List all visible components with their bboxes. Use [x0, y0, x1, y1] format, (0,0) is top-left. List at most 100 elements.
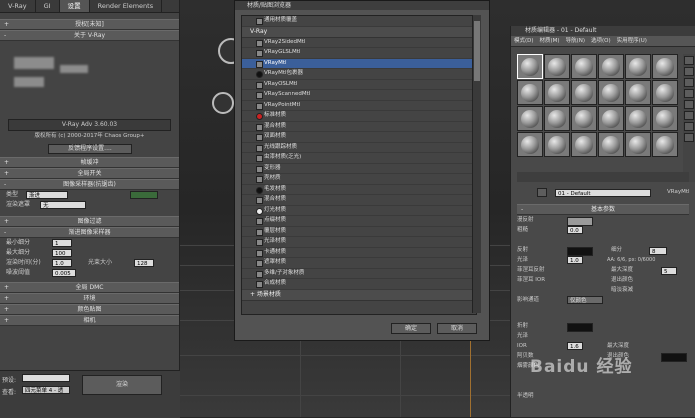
sample-uv-icon[interactable]	[684, 89, 694, 98]
list-item[interactable]: VRayPointMtl	[242, 101, 476, 111]
list-item[interactable]: VRayGLSLMtl	[242, 48, 476, 59]
render-button[interactable]: 渲染	[82, 375, 162, 395]
material-slot[interactable]	[625, 132, 651, 157]
list-item[interactable]: 点缀材质	[242, 216, 476, 227]
material-slot[interactable]	[598, 106, 624, 131]
rollout-about[interactable]: - 关于 V-Ray	[0, 30, 179, 41]
rollout-image-filter[interactable]: + 图像过滤	[0, 216, 179, 227]
backlight-icon[interactable]	[684, 67, 694, 76]
rollout-camera[interactable]: + 相机	[0, 315, 179, 326]
material-slot[interactable]	[652, 132, 678, 157]
material-slot[interactable]	[625, 80, 651, 105]
list-item[interactable]: 光泽材质	[242, 237, 476, 248]
sample-type-icon[interactable]	[684, 56, 694, 65]
material-slot[interactable]	[517, 106, 543, 131]
material-slot[interactable]	[571, 54, 597, 79]
list-item[interactable]: 遮罩材质	[242, 258, 476, 269]
menu-options[interactable]: 选项(O)	[588, 36, 614, 46]
material-slot[interactable]	[625, 106, 651, 131]
list-item[interactable]: 通用材质覆盖	[242, 16, 476, 27]
list-item[interactable]: 混合材质	[242, 195, 476, 206]
rollout-global-dmc[interactable]: + 全局 DMC	[0, 282, 179, 293]
options-icon[interactable]	[684, 122, 694, 131]
roughness-input[interactable]: 0.0	[567, 226, 583, 234]
max-depth-input[interactable]: 5	[661, 267, 677, 275]
section-vray[interactable]: V-Ray	[242, 26, 476, 38]
material-slot[interactable]	[544, 132, 570, 157]
select-by-material-icon[interactable]	[684, 133, 694, 142]
menu-utilities[interactable]: 实用程序(U)	[614, 36, 650, 46]
list-item[interactable]: 多维/子对象材质	[242, 269, 476, 279]
license-settings-button[interactable]: 反馈程序设置....	[48, 144, 132, 154]
rollout-progressive-sampler[interactable]: - 渐进图像采样器	[0, 227, 179, 238]
list-item[interactable]: 合成材质	[242, 279, 476, 290]
diffuse-color-swatch[interactable]	[567, 217, 593, 226]
make-preview-icon[interactable]	[684, 111, 694, 120]
material-slot[interactable]	[517, 80, 543, 105]
min-subdivs-input[interactable]: 1	[52, 239, 72, 247]
list-item[interactable]: 光线跟踪材质	[242, 143, 476, 153]
ray-bundle-input[interactable]: 128	[134, 259, 154, 267]
list-item[interactable]: 壳材质	[242, 174, 476, 185]
rollout-global-switches[interactable]: + 全局开关	[0, 168, 179, 179]
material-name-input[interactable]: 01 - Default	[555, 189, 651, 197]
list-item[interactable]: VRay2SidedMtl	[242, 38, 476, 48]
menu-material[interactable]: 材质(M)	[537, 36, 563, 46]
background-icon[interactable]	[684, 78, 694, 87]
affect-channels-select[interactable]: 仅颜色	[567, 296, 603, 304]
list-item[interactable]: 混合材质	[242, 122, 476, 132]
rollout-basic-params[interactable]: - 基本参数	[517, 204, 689, 215]
material-slot[interactable]	[625, 54, 651, 79]
material-slot[interactable]	[517, 54, 543, 79]
material-slot[interactable]	[598, 54, 624, 79]
list-item[interactable]: VRayMtl包裹器	[242, 69, 476, 80]
view-select[interactable]: 四元菜单 4 - 透	[22, 386, 70, 394]
viewcube-icon[interactable]	[212, 92, 234, 114]
material-slot[interactable]	[571, 106, 597, 131]
ior-input[interactable]: 1.6	[567, 342, 583, 350]
list-item[interactable]: 变形器	[242, 164, 476, 174]
tab-render-elements[interactable]: Render Elements	[90, 0, 163, 12]
section-scene-materials[interactable]: + 场景材质	[242, 289, 476, 301]
material-slot[interactable]	[517, 132, 543, 157]
rollout-image-sampler[interactable]: - 图像采样器(抗锯齿)	[0, 179, 179, 190]
tab-gi[interactable]: GI	[36, 0, 60, 12]
ok-button[interactable]: 确定	[391, 323, 431, 334]
list-item[interactable]: 标准材质	[242, 111, 476, 122]
material-slot[interactable]	[544, 106, 570, 131]
material-slot[interactable]	[598, 132, 624, 157]
reflect-color-swatch[interactable]	[567, 247, 593, 256]
material-slot[interactable]	[598, 80, 624, 105]
pick-material-icon[interactable]	[537, 188, 547, 197]
video-color-icon[interactable]	[684, 100, 694, 109]
render-mask-select[interactable]: 无	[40, 201, 86, 209]
list-item[interactable]: 灯光材质	[242, 206, 476, 216]
max-subdivs-input[interactable]: 100	[52, 249, 72, 257]
gloss-input[interactable]: 1.0	[567, 256, 583, 264]
list-item[interactable]: 双面材质	[242, 132, 476, 143]
rollout-authorization[interactable]: + 授权[未知]	[0, 19, 179, 30]
material-type-button[interactable]: VRayMtl	[667, 189, 690, 195]
noise-threshold-input[interactable]: 0.005	[52, 269, 76, 277]
render-time-input[interactable]: 1.0	[52, 259, 72, 267]
rollout-environment[interactable]: + 环境	[0, 293, 179, 304]
rollout-color-mapping[interactable]: + 颜色贴图	[0, 304, 179, 315]
tab-vray[interactable]: V-Ray	[0, 0, 36, 12]
list-item[interactable]: VRayScannedMtl	[242, 90, 476, 101]
refract-color-swatch[interactable]	[567, 323, 593, 332]
list-item[interactable]: 覆层材质	[242, 227, 476, 237]
exit-color-swatch[interactable]	[661, 353, 687, 362]
menu-navigation[interactable]: 导航(N)	[563, 36, 588, 46]
material-slot[interactable]	[571, 132, 597, 157]
tab-settings[interactable]: 设置	[59, 0, 90, 12]
material-slot[interactable]	[571, 80, 597, 105]
subdivs-input[interactable]: 8	[649, 247, 667, 255]
rollout-frame-buffer[interactable]: + 帧缓冲	[0, 157, 179, 168]
menu-mode[interactable]: 模式(D)	[511, 36, 537, 46]
scrollbar-thumb[interactable]	[474, 21, 480, 81]
list-item[interactable]: VRayOSLMtl	[242, 80, 476, 90]
preset-select[interactable]	[22, 374, 70, 382]
sampler-type-select[interactable]: 渐进	[26, 191, 68, 199]
browser-scrollbar[interactable]	[472, 15, 481, 313]
material-slot[interactable]	[652, 80, 678, 105]
